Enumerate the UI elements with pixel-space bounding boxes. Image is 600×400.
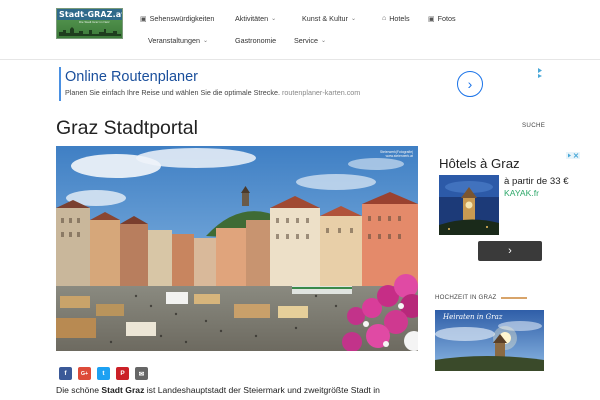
chevron-down-icon: ⌄ xyxy=(202,38,208,44)
nav-fotos[interactable]: ▣ Fotos xyxy=(428,14,456,23)
image-icon: ▣ xyxy=(140,15,147,23)
chevron-down-icon: ⌄ xyxy=(320,38,326,44)
ad-url[interactable]: routenplaner-karten.com xyxy=(282,88,360,97)
ad-arrow-button[interactable]: › xyxy=(457,71,483,97)
nav-veranstaltungen[interactable]: Veranstaltungen ⌄ xyxy=(148,36,208,45)
chevron-right-icon: › xyxy=(508,245,512,257)
twitter-icon: t xyxy=(102,370,105,377)
clock-tower-night-image xyxy=(439,175,499,235)
email-icon: ✉ xyxy=(138,370,145,378)
sidebar-ad[interactable]: Hôtels à Graz à partir de 33 € KAYAK.fr … xyxy=(434,151,582,269)
ad-banner[interactable]: Online Routenplaner Planen Sie einfach I… xyxy=(59,67,545,101)
wedding-image-caption: Heiraten in Graz xyxy=(443,313,503,321)
ad-description: Planen Sie einfach Ihre Reise und wählen… xyxy=(65,88,360,97)
nav-label: Gastronomie xyxy=(235,36,277,45)
share-google-plus-button[interactable]: G+ xyxy=(78,367,91,380)
site-header: Stadt-GRAZ.at Die Stadt Graz im Netz ▣ S… xyxy=(0,0,600,60)
search-label: SUCHE xyxy=(522,122,546,129)
nav-label: Aktivitäten xyxy=(235,14,269,23)
sidebar-ad-brand[interactable]: KAYAK.fr xyxy=(504,188,539,198)
chevron-down-icon: ⌄ xyxy=(350,16,356,22)
share-pinterest-button[interactable]: P xyxy=(116,367,129,380)
share-facebook-button[interactable]: f xyxy=(59,367,72,380)
main-photo: Steierwerk|Fotografie| www.steierwerk.at xyxy=(56,146,418,351)
graz-hauptplatz-image xyxy=(56,146,418,351)
nav-service[interactable]: Service ⌄ xyxy=(294,36,326,45)
logo-text: Stadt-GRAZ.at xyxy=(59,10,123,19)
site-logo[interactable]: Stadt-GRAZ.at Die Stadt Graz im Netz xyxy=(56,8,123,39)
nav-label: Sehenswürdigkeiten xyxy=(149,14,215,23)
google-plus-icon: G+ xyxy=(80,370,89,377)
ad-title[interactable]: Online Routenplaner xyxy=(65,69,198,85)
adchoices-icon[interactable] xyxy=(566,152,580,159)
photo-credit-url: www.steierwerk.at xyxy=(385,154,413,158)
facebook-icon: f xyxy=(64,370,67,377)
nav-sehenswuerdigkeiten[interactable]: ▣ Sehenswürdigkeiten xyxy=(140,14,214,23)
sidebar-ad-next-button[interactable]: › xyxy=(478,241,542,261)
pinterest-icon: P xyxy=(120,370,125,377)
image-icon: ▣ xyxy=(428,15,435,23)
sidebar-ad-image[interactable] xyxy=(439,175,499,235)
nav-label: Service xyxy=(294,36,318,45)
sidebar-section-underline xyxy=(501,297,527,299)
sidebar-ad-title[interactable]: Hôtels à Graz xyxy=(439,156,520,171)
page: Stadt-GRAZ.at Die Stadt Graz im Netz ▣ S… xyxy=(0,0,600,400)
nav-label: Hotels xyxy=(389,14,410,23)
chevron-down-icon: ⌄ xyxy=(271,16,277,22)
nav-label: Fotos xyxy=(437,14,456,23)
sidebar-section-title: HOCHZEIT IN GRAZ xyxy=(435,294,497,301)
home-icon: ⌂ xyxy=(382,15,387,22)
photo-credit: Steierwerk|Fotografie| www.steierwerk.at xyxy=(380,150,413,158)
intro-rest: ist Landeshauptstadt der Steiermark und … xyxy=(146,385,380,395)
nav-aktivitaeten[interactable]: Aktivitäten ⌄ xyxy=(235,14,276,23)
chevron-right-icon: › xyxy=(467,76,473,92)
logo-tagline: Die Stadt Graz im Netz xyxy=(79,20,110,24)
nav-kunst-kultur[interactable]: Kunst & Kultur ⌄ xyxy=(302,14,356,23)
ad-description-text: Planen Sie einfach Ihre Reise und wählen… xyxy=(65,88,280,97)
wedding-image[interactable]: Heiraten in Graz xyxy=(435,310,544,371)
share-email-button[interactable]: ✉ xyxy=(135,367,148,380)
nav-hotels[interactable]: ⌂ Hotels xyxy=(382,14,410,23)
intro-paragraph: Die schöne Stadt Graz ist Landeshauptsta… xyxy=(56,385,380,395)
adchoices-icon[interactable] xyxy=(537,67,543,79)
nav-label: Kunst & Kultur xyxy=(302,14,348,23)
skyline-icon xyxy=(59,27,121,36)
nav-gastronomie[interactable]: Gastronomie xyxy=(235,36,276,45)
share-twitter-button[interactable]: t xyxy=(97,367,110,380)
sidebar-ad-price: à partir de 33 € xyxy=(504,176,569,187)
intro-bold: Stadt Graz xyxy=(101,385,145,395)
nav-label: Veranstaltungen xyxy=(148,36,200,45)
page-title: Graz Stadtportal xyxy=(56,117,198,139)
intro-prefix: Die schöne xyxy=(56,385,99,395)
